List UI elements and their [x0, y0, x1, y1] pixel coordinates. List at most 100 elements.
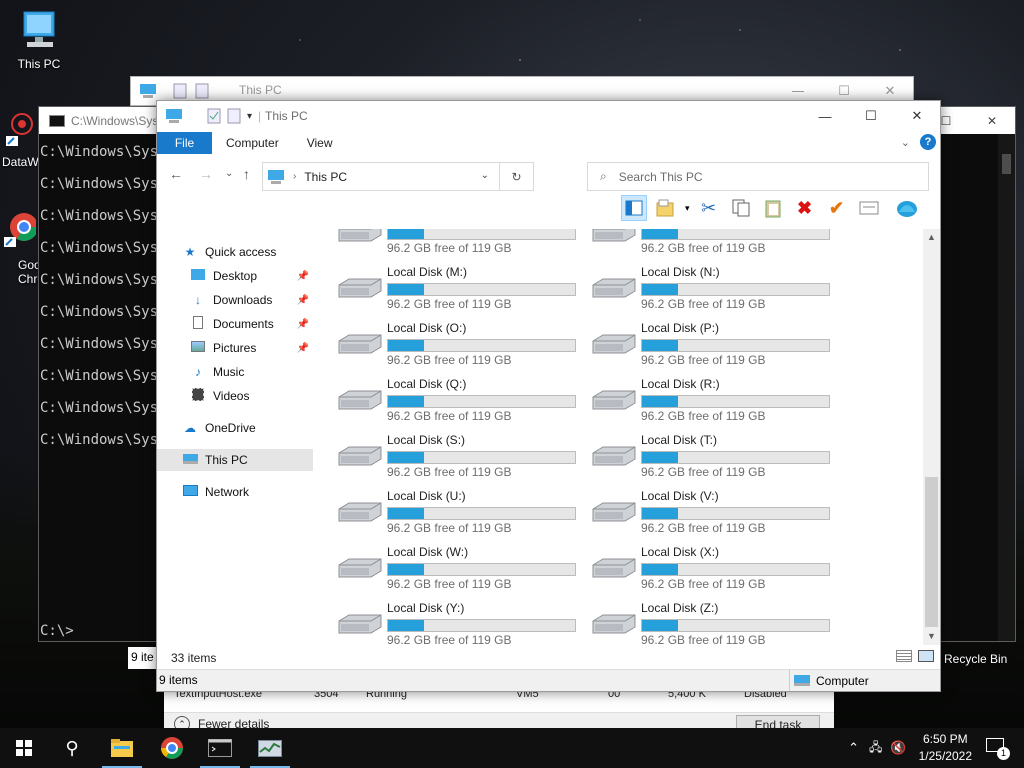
datawave-icon — [0, 110, 38, 151]
tab-file[interactable]: File — [157, 132, 212, 154]
drive-item[interactable]: Local Disk (W:) 96.2 GB free of 119 GB — [327, 545, 577, 591]
address-row: ← → ⌄ ↑ › This PC ⌄ ↻ ⌕ Search This PC — [157, 154, 940, 194]
notification-icon[interactable]: 1 — [986, 736, 1010, 760]
sidebar-item-pictures[interactable]: Pictures 📌 — [157, 337, 313, 359]
desktop-icon-datawave[interactable]: DataW — [0, 110, 38, 169]
paste-icon[interactable] — [760, 195, 786, 221]
hard-drive-icon — [338, 390, 382, 410]
drive-item[interactable]: Local Disk (X:) 96.2 GB free of 119 GB — [581, 545, 831, 591]
sidebar-item-network[interactable]: Network — [157, 481, 313, 503]
help-icon[interactable]: ? — [920, 134, 936, 150]
drive-item[interactable]: Local Disk (Q:) 96.2 GB free of 119 GB — [327, 377, 577, 423]
close-button[interactable]: ✕ — [894, 101, 940, 131]
scroll-up-arrow-icon[interactable]: ▲ — [923, 229, 940, 246]
cmd-scrollbar[interactable] — [998, 134, 1015, 641]
search-button[interactable]: ⚲ — [48, 728, 96, 768]
volume-muted-icon[interactable]: 🔇 — [890, 740, 906, 756]
taskbar-task-manager[interactable] — [246, 728, 294, 768]
taskbar-chrome[interactable] — [148, 728, 196, 768]
sidebar-item-videos[interactable]: Videos — [157, 385, 313, 407]
pin-icon: 📌 — [296, 294, 309, 306]
drive-item[interactable]: Local Disk (R:) 96.2 GB free of 119 GB — [581, 377, 831, 423]
drive-item[interactable]: Local Disk (V:) 96.2 GB free of 119 GB — [581, 489, 831, 535]
maximize-button[interactable]: ☐ — [848, 101, 894, 131]
file-explorer-window[interactable]: ▾ | This PC — ☐ ✕ File Computer View ⌄ ?… — [156, 100, 941, 692]
taskbar-file-explorer[interactable] — [98, 728, 146, 768]
close-button[interactable]: ✕ — [969, 107, 1015, 134]
tab-view[interactable]: View — [293, 132, 347, 154]
drive-item[interactable]: Local Disk (T:) 96.2 GB free of 119 GB — [581, 433, 831, 479]
rename-icon[interactable]: ✔ — [824, 195, 850, 221]
large-icons-view-icon[interactable] — [918, 650, 934, 662]
cmd-prompt[interactable]: C:\> — [40, 623, 74, 639]
drive-name: Local Disk (X:) — [641, 545, 720, 559]
sidebar-item-downloads[interactable]: ↓ Downloads 📌 — [157, 289, 313, 311]
chevron-down-icon[interactable]: ⌄ — [481, 170, 489, 181]
sidebar-item-label: Pictures — [213, 341, 257, 355]
properties-icon[interactable] — [856, 195, 882, 221]
chevron-down-icon[interactable]: ⌄ — [901, 136, 910, 149]
drive-item[interactable]: Local Disk (N:) 96.2 GB free of 119 GB — [581, 265, 831, 311]
cut-icon[interactable]: ✂ — [696, 195, 722, 221]
details-view-icon[interactable] — [896, 650, 912, 662]
drive-usage-fill — [388, 229, 424, 239]
chevron-up-icon[interactable]: ⌃ — [848, 740, 859, 756]
drive-item[interactable]: Local Disk (P:) 96.2 GB free of 119 GB — [581, 321, 831, 367]
desktop-icon-chrome[interactable]: Goo Chro — [0, 205, 38, 286]
drive-item[interactable]: 96.2 GB free of 119 GB — [327, 229, 577, 255]
search-box[interactable]: ⌕ Search This PC — [587, 162, 929, 191]
drive-item[interactable]: Local Disk (U:) 96.2 GB free of 119 GB — [327, 489, 577, 535]
shell-icon[interactable] — [894, 195, 920, 221]
drive-item[interactable]: Local Disk (Z:) 96.2 GB free of 119 GB — [581, 601, 831, 645]
refresh-icon[interactable]: ↻ — [499, 163, 533, 190]
new-folder-icon[interactable] — [653, 195, 679, 221]
network-icon — [181, 485, 199, 499]
drive-usage-fill — [388, 284, 424, 295]
new-folder-icon[interactable] — [227, 108, 241, 124]
scroll-down-arrow-icon[interactable]: ▼ — [923, 628, 940, 645]
music-note-icon: ♪ — [195, 365, 201, 379]
pin-icon: 📌 — [296, 342, 309, 354]
sidebar-item-onedrive[interactable]: ☁ OneDrive — [157, 417, 313, 439]
chevron-down-icon[interactable]: ▾ — [247, 111, 252, 122]
content-scrollbar[interactable]: ▲ ▼ — [923, 229, 940, 645]
copy-icon[interactable] — [728, 195, 754, 221]
up-arrow-icon[interactable]: ↑ — [243, 166, 250, 182]
explorer-titlebar[interactable]: ▾ | This PC — ☐ ✕ — [157, 101, 940, 132]
forward-arrow-icon[interactable]: → — [199, 166, 213, 182]
scrollbar-thumb[interactable] — [925, 477, 938, 627]
drive-item[interactable]: Local Disk (Y:) 96.2 GB free of 119 GB — [327, 601, 577, 645]
properties-icon[interactable] — [207, 108, 221, 124]
drive-usage-bar — [387, 451, 576, 464]
network-icon[interactable]: 🖧 — [869, 738, 882, 759]
delete-icon[interactable]: ✖ — [792, 195, 818, 221]
back-arrow-icon[interactable]: ← — [169, 166, 183, 182]
sidebar-item-this-pc[interactable]: This PC — [157, 449, 313, 471]
drive-item[interactable]: 96.2 GB free of 119 GB — [581, 229, 831, 255]
chevron-down-icon[interactable]: ▾ — [685, 203, 690, 214]
drive-item[interactable]: Local Disk (O:) 96.2 GB free of 119 GB — [327, 321, 577, 367]
sidebar-item-music[interactable]: ♪ Music — [157, 361, 313, 383]
drive-item[interactable]: Local Disk (M:) 96.2 GB free of 119 GB — [327, 265, 577, 311]
taskbar-command-prompt[interactable] — [196, 728, 244, 768]
tab-computer[interactable]: Computer — [212, 132, 293, 154]
drive-usage-fill — [388, 620, 424, 631]
sidebar-item-documents[interactable]: Documents 📌 — [157, 313, 313, 335]
desktop-icon-recycle-bin[interactable]: Recycle Bin — [944, 652, 1007, 666]
minimize-button[interactable]: — — [802, 101, 848, 131]
picture-icon — [189, 341, 207, 355]
drive-free-space: 96.2 GB free of 119 GB — [641, 465, 766, 479]
sidebar-item-desktop[interactable]: Desktop 📌 — [157, 265, 313, 287]
sidebar-item-quick-access[interactable]: ★ Quick access — [157, 241, 313, 263]
preview-pane-icon[interactable] — [621, 195, 647, 221]
search-input[interactable]: Search This PC — [619, 170, 703, 184]
address-bar[interactable]: › This PC ⌄ ↻ — [262, 162, 534, 191]
drive-name: Local Disk (Q:) — [387, 377, 467, 391]
scrollbar-thumb[interactable] — [1002, 154, 1011, 174]
recent-locations-icon[interactable]: ⌄ — [225, 168, 233, 179]
clock[interactable]: 6:50 PM 1/25/2022 — [919, 731, 972, 765]
start-button[interactable] — [0, 728, 48, 768]
desktop-icon-this-pc[interactable]: This PC — [4, 10, 74, 71]
chevron-right-icon[interactable]: › — [293, 171, 296, 182]
drive-item[interactable]: Local Disk (S:) 96.2 GB free of 119 GB — [327, 433, 577, 479]
